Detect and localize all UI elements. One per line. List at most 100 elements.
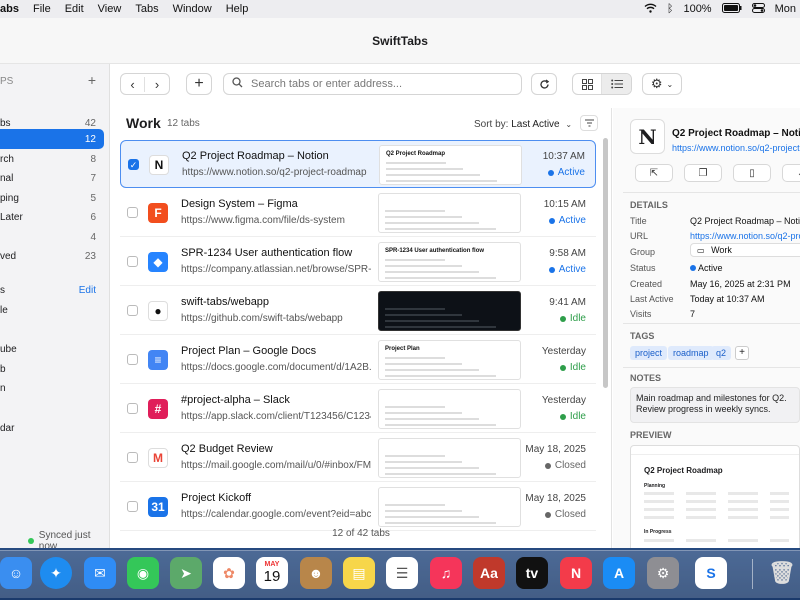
row-checkbox[interactable] xyxy=(127,354,138,365)
menu-tabs[interactable]: Tabs xyxy=(135,3,158,15)
photos-icon[interactable]: ✿ xyxy=(213,557,245,589)
finder-icon[interactable]: ☺ xyxy=(0,557,32,589)
scrollbar[interactable] xyxy=(603,138,608,388)
field-label: Created xyxy=(630,279,663,289)
tab-row[interactable]: ✓ N Q2 Project Roadmap – Notion https://www… xyxy=(120,140,596,188)
edit-sites-button[interactable]: Edit xyxy=(79,285,96,296)
filter-button[interactable] xyxy=(580,115,598,131)
tab-count: 12 tabs xyxy=(167,118,200,129)
menu-help[interactable]: Help xyxy=(226,3,249,15)
menu-app-name[interactable]: abs xyxy=(0,3,19,15)
news-icon[interactable]: N xyxy=(560,557,592,589)
settings-menu-button[interactable]: ⚙ ⌄ xyxy=(642,73,682,95)
control-center-icon[interactable] xyxy=(751,2,765,16)
open-button[interactable]: ⇱ xyxy=(635,164,673,182)
calendar-icon[interactable]: MAY 19 xyxy=(256,557,288,589)
row-url: https://app.slack.com/client/T123456/C12… xyxy=(181,411,371,422)
sidebar-site[interactable]: b xyxy=(0,359,104,379)
sync-dot-icon xyxy=(28,538,34,544)
tags-header: TAGS xyxy=(630,331,655,341)
messages-icon[interactable]: ◉ xyxy=(127,557,159,589)
row-url: https://github.com/swift-tabs/webapp xyxy=(181,313,343,324)
preview-row xyxy=(644,492,789,495)
reload-button[interactable] xyxy=(531,73,557,95)
menu-file[interactable]: File xyxy=(33,3,51,15)
tag-chip[interactable]: project xyxy=(630,346,668,360)
field-url-value[interactable]: https://www.notion.so/q2-project-roadmap xyxy=(690,231,800,241)
row-checkbox[interactable] xyxy=(127,403,138,414)
mail-icon[interactable]: ✉ xyxy=(84,557,116,589)
bookmark-button[interactable]: ▯ xyxy=(733,164,771,182)
system-settings-icon[interactable]: ⚙ xyxy=(647,557,679,589)
tab-row[interactable]: # #project-alpha – Slack https://app.slack… xyxy=(120,385,596,433)
bluetooth-icon[interactable]: ᛒ xyxy=(667,3,674,15)
sort-dropdown[interactable]: Sort by: Last Active ⌄ xyxy=(474,119,572,130)
sidebar-item[interactable]: Later 6 xyxy=(0,207,104,227)
thumbnail-line xyxy=(385,357,445,359)
notes-icon[interactable]: ▤ xyxy=(343,557,375,589)
sidebar-site[interactable] xyxy=(0,319,104,339)
menu-view[interactable]: View xyxy=(98,3,122,15)
swifttabs-icon[interactable]: S xyxy=(695,557,727,589)
sidebar-item-count: 6 xyxy=(90,211,96,223)
row-url: https://company.atlassian.net/browse/SPR… xyxy=(181,264,371,275)
forward-button[interactable]: › xyxy=(145,77,169,92)
search-input[interactable]: Search tabs or enter address... xyxy=(223,73,522,95)
tag-chip[interactable]: q2 xyxy=(711,346,732,360)
tab-row[interactable]: ● swift-tabs/webapp https://github.com/swi… xyxy=(120,287,596,335)
sidebar-site[interactable]: le xyxy=(0,300,104,320)
reminders-icon[interactable]: ☰ xyxy=(386,557,418,589)
safari-icon[interactable]: ✦ xyxy=(40,557,72,589)
sidebar-item[interactable]: rch 8 xyxy=(0,149,104,169)
add-group-button[interactable]: + xyxy=(88,72,96,88)
menu-edit[interactable]: Edit xyxy=(65,3,84,15)
row-checkbox[interactable] xyxy=(127,305,138,316)
contacts-icon[interactable]: ☻ xyxy=(300,557,332,589)
notes-textarea[interactable]: Main roadmap and milestones for Q2. Revi… xyxy=(630,387,800,423)
battery-icon[interactable] xyxy=(721,2,742,16)
row-checkbox[interactable]: ✓ xyxy=(128,159,139,170)
sidebar-item[interactable]: nal 7 xyxy=(0,168,104,188)
tab-row[interactable]: ◆ SPR-1234 User authentication flow https:… xyxy=(120,238,596,286)
thumbnail-line xyxy=(386,174,480,176)
trash-icon[interactable]: 🗑 xyxy=(766,557,798,589)
tab-row[interactable]: ≡ Project Plan – Google Docs https://docs.… xyxy=(120,336,596,384)
list-view-button[interactable] xyxy=(602,74,631,94)
sidebar-site[interactable]: ube xyxy=(0,339,104,359)
music-icon[interactable]: ♫ xyxy=(430,557,462,589)
tag-chip[interactable]: roadmap xyxy=(668,346,714,360)
row-checkbox[interactable] xyxy=(127,501,138,512)
tv-icon[interactable]: tv xyxy=(516,557,548,589)
row-checkbox[interactable] xyxy=(127,207,138,218)
group-select[interactable]: ▭ Work xyxy=(690,243,800,257)
dictionary-icon[interactable]: Aa xyxy=(473,557,505,589)
tab-row[interactable]: M Q2 Budget Review https://mail.google.com… xyxy=(120,434,596,482)
new-tab-button[interactable]: + xyxy=(186,73,212,95)
menu-window[interactable]: Window xyxy=(173,3,212,15)
tab-row[interactable]: 31 Project Kickoff https://calendar.google… xyxy=(120,483,596,531)
sidebar-site[interactable]: dar xyxy=(0,418,104,438)
more-button[interactable]: ⌄ xyxy=(782,164,800,182)
sidebar-item[interactable]: 4 xyxy=(0,227,104,247)
group-select-value: Work xyxy=(711,245,732,255)
row-checkbox[interactable] xyxy=(127,256,138,267)
detail-url[interactable]: https://www.notion.so/q2-project-roadmap xyxy=(672,143,800,153)
grid-view-button[interactable] xyxy=(573,74,603,94)
app-store-icon[interactable]: A xyxy=(603,557,635,589)
row-checkbox[interactable] xyxy=(127,452,138,463)
page-preview[interactable]: Q2 Project Roadmap Planning In Progress xyxy=(630,445,800,548)
sidebar-site[interactable]: n xyxy=(0,378,104,398)
maps-icon[interactable]: ➤ xyxy=(170,557,202,589)
row-url: https://mail.google.com/mail/u/0/#inbox/… xyxy=(181,460,371,471)
add-tag-button[interactable]: + xyxy=(735,346,749,360)
copy-button[interactable]: ❐ xyxy=(684,164,722,182)
sidebar-site[interactable] xyxy=(0,398,104,418)
clock[interactable]: Mon xyxy=(775,3,796,15)
wifi-icon[interactable] xyxy=(644,3,657,16)
back-button[interactable]: ‹ xyxy=(121,76,145,92)
sidebar-item[interactable]: ping 5 xyxy=(0,188,104,208)
sidebar-item-work[interactable]: 12 xyxy=(0,129,104,149)
sidebar-item[interactable]: ved 23 xyxy=(0,246,104,266)
copy-icon: ❐ xyxy=(698,167,708,179)
tab-row[interactable]: F Design System – Figma https://www.figma.… xyxy=(120,189,596,237)
